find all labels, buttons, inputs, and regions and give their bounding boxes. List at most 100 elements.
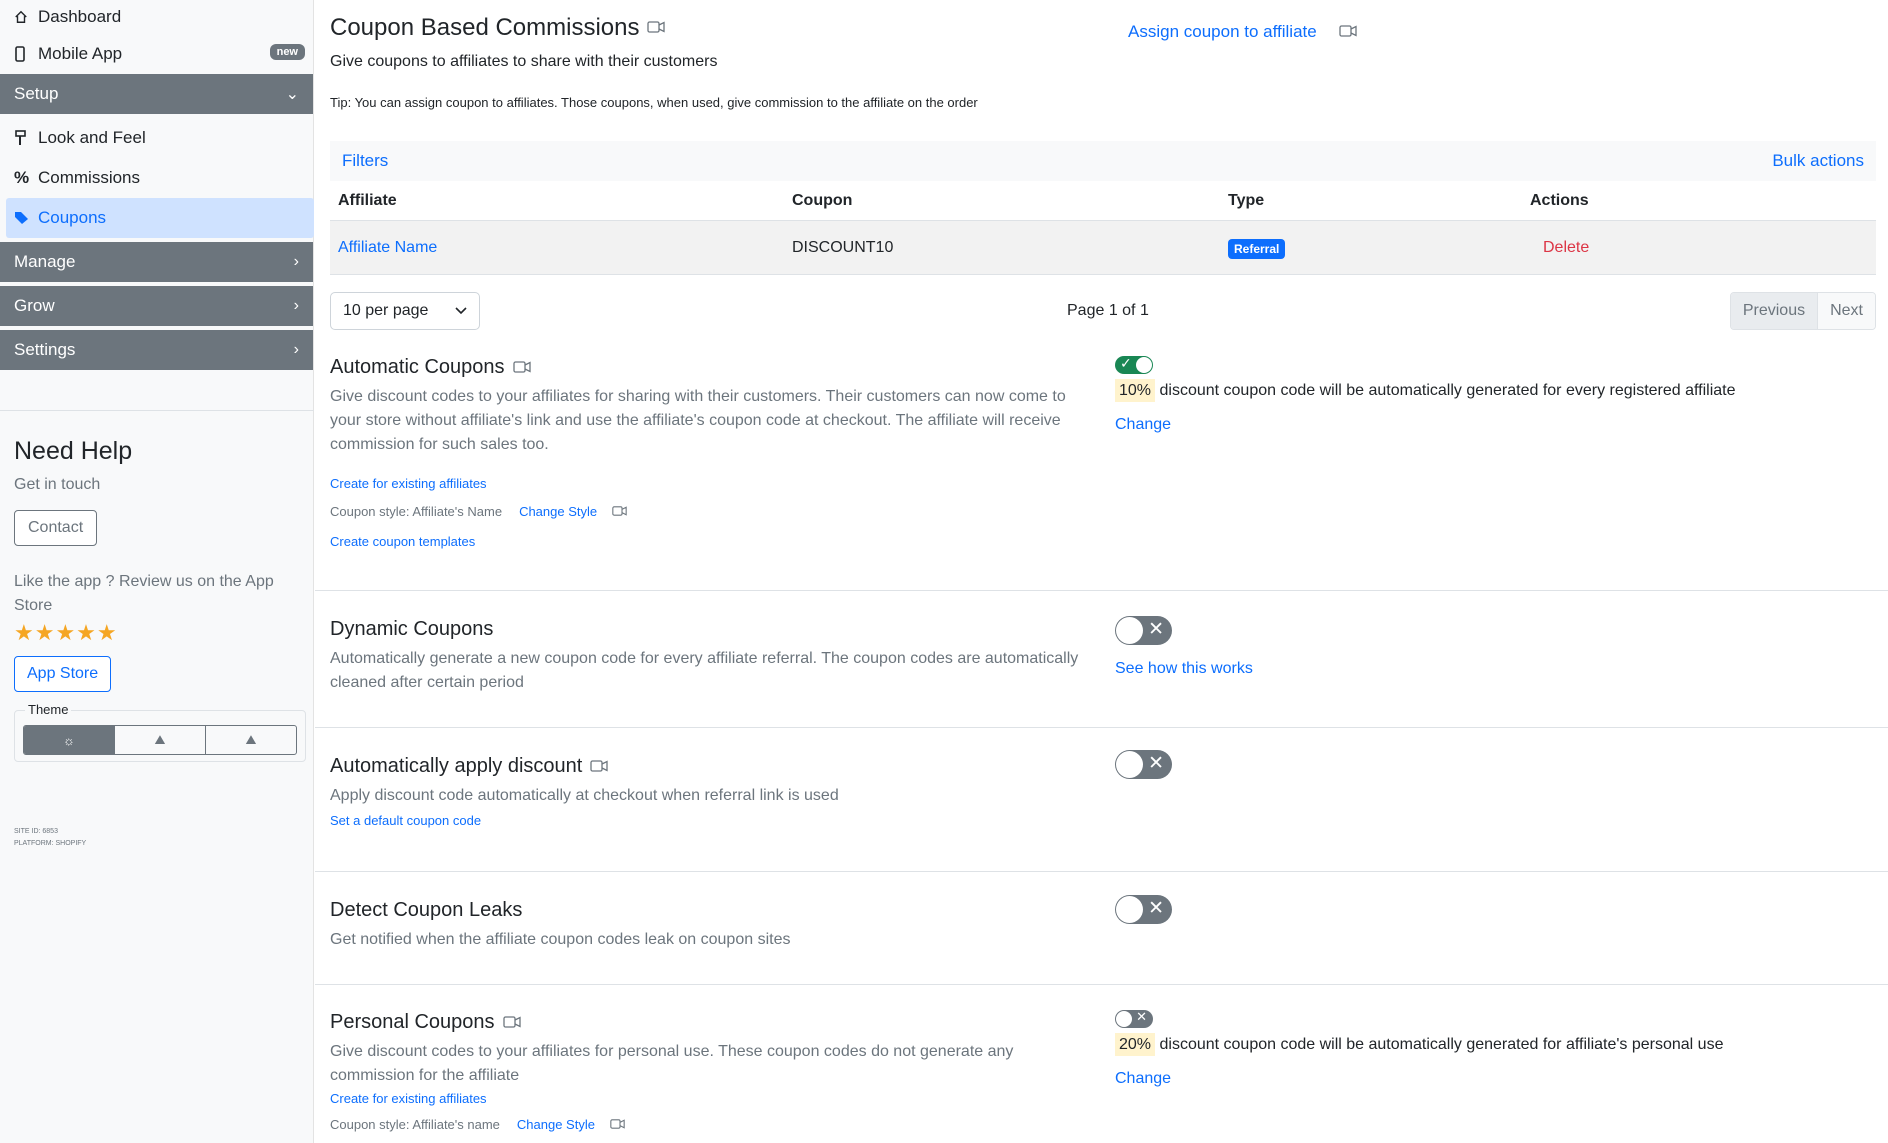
divider (315, 984, 1888, 985)
help-title: Need Help (14, 437, 133, 465)
column-header-coupon: Coupon (792, 191, 853, 209)
bulk-actions-link[interactable]: Bulk actions (1772, 151, 1864, 171)
type-badge: Referral (1228, 238, 1286, 259)
chevron-right-icon: › (293, 341, 299, 358)
section-description: Get notified when the affiliate coupon c… (330, 931, 791, 948)
app-store-button[interactable]: App Store (14, 656, 112, 692)
section-description: Give discount codes to your affiliates f… (330, 388, 1066, 453)
sidebar-section-settings[interactable]: Settings › (0, 330, 313, 370)
mobile-icon (14, 46, 38, 62)
sidebar-section-setup[interactable]: Setup ⌄ (0, 74, 313, 114)
assign-coupon-link[interactable]: Assign coupon to affiliate (1128, 22, 1317, 42)
toggle-knob (1136, 357, 1152, 373)
coupon-leaks-toggle[interactable]: ✕ (1115, 895, 1172, 924)
sidebar-item-coupons[interactable]: Coupons (6, 198, 314, 238)
section-title: Personal Coupons (330, 1011, 495, 1033)
sidebar-item-label: Dashboard (38, 7, 122, 26)
theme-light-option[interactable]: ☼ (24, 726, 115, 754)
toggle-knob (1116, 1011, 1132, 1027)
sidebar-item-label: Coupons (38, 208, 107, 227)
chevron-right-icon: › (293, 297, 299, 314)
video-icon[interactable] (502, 1013, 521, 1033)
automatic-coupons-section: Automatic Coupons Give discount codes to… (330, 355, 1876, 551)
sidebar-item-commissions[interactable]: % Commissions (0, 158, 313, 198)
video-icon[interactable] (612, 501, 627, 521)
theme-label: Theme (25, 702, 72, 717)
section-description: Automatically generate a new coupon code… (330, 650, 1079, 691)
home-icon (14, 10, 38, 24)
automatic-coupons-toggle[interactable]: ✓ (1115, 355, 1153, 374)
see-how-link[interactable]: See how this works (1115, 660, 1253, 677)
create-templates-link[interactable]: Create coupon templates (330, 534, 475, 549)
close-icon: ✕ (1136, 1009, 1147, 1024)
discount-percent[interactable]: 20% (1115, 1033, 1156, 1056)
contact-button[interactable]: Contact (14, 510, 98, 546)
site-id: SITE ID: 6853 (14, 828, 58, 835)
section-description: Give discount codes to your affiliates f… (330, 1043, 1014, 1084)
percent-icon: % (14, 168, 30, 187)
column-header-actions: Actions (1530, 191, 1589, 209)
sidebar-item-dashboard[interactable]: Dashboard (0, 0, 313, 34)
change-style-link[interactable]: Change Style (517, 1117, 595, 1132)
close-icon: ✕ (1148, 753, 1164, 774)
dynamic-coupons-section: Dynamic Coupons Automatically generate a… (330, 616, 1876, 695)
theme-selector: Theme ☼ ⛰ ⛰ (14, 702, 306, 762)
sidebar-section-manage[interactable]: Manage › (0, 242, 313, 282)
site-meta: SITE ID: 6853 PLATFORM: SHOPIFY (14, 826, 313, 850)
toggle-knob (1116, 617, 1143, 644)
chevron-down-icon (455, 302, 467, 320)
video-icon[interactable] (610, 1114, 625, 1134)
check-icon: ✓ (1120, 355, 1132, 371)
auto-apply-toggle[interactable]: ✕ (1115, 750, 1172, 779)
auto-apply-section: Automatically apply discount Apply disco… (330, 750, 1876, 830)
change-link[interactable]: Change (1115, 416, 1171, 433)
sidebar-item-mobile-app[interactable]: Mobile App new (0, 34, 313, 74)
sidebar-section-label: Grow (14, 296, 55, 315)
section-title: Automatic Coupons (330, 356, 505, 378)
video-icon[interactable] (590, 757, 609, 777)
video-icon[interactable] (1339, 22, 1357, 42)
next-button[interactable]: Next (1818, 293, 1875, 329)
affiliate-name-link[interactable]: Affiliate Name (338, 239, 437, 256)
coupon-leaks-section: Detect Coupon Leaks Get notified when th… (330, 895, 1876, 952)
page-subtitle: Give coupons to affiliates to share with… (330, 53, 718, 70)
tags-icon (14, 211, 38, 225)
filters-link[interactable]: Filters (342, 151, 388, 171)
theme-dark-option[interactable]: ⛰ (115, 726, 206, 754)
delete-link[interactable]: Delete (1543, 239, 1589, 256)
discount-percent[interactable]: 10% (1115, 379, 1156, 402)
personal-coupons-toggle[interactable]: ✕ (1115, 1009, 1153, 1028)
column-header-affiliate: Affiliate (338, 191, 397, 209)
divider (315, 590, 1888, 591)
discount-text: discount coupon code will be automatical… (1159, 382, 1736, 399)
sun-icon: ☼ (63, 732, 75, 748)
discount-text: discount coupon code will be automatical… (1159, 1036, 1724, 1053)
divider (315, 871, 1888, 872)
rating-stars: ★★★★★ (14, 620, 118, 645)
create-existing-link[interactable]: Create for existing affiliates (330, 476, 487, 491)
video-icon[interactable] (647, 18, 666, 38)
video-icon[interactable] (512, 358, 531, 378)
sidebar-item-look-and-feel[interactable]: Look and Feel (0, 118, 313, 158)
sidebar-section-label: Manage (14, 252, 76, 271)
divider (315, 727, 1888, 728)
dynamic-coupons-toggle[interactable]: ✕ (1115, 616, 1172, 645)
change-link[interactable]: Change (1115, 1070, 1171, 1087)
pagination: Previous Next (1729, 292, 1876, 330)
theme-auto-option[interactable]: ⛰ (206, 726, 296, 754)
coupon-table: Filters Bulk actions Affiliate Coupon Ty… (330, 141, 1876, 275)
toggle-knob (1116, 751, 1143, 778)
page-title: Coupon Based Commissions (330, 14, 640, 41)
create-existing-link[interactable]: Create for existing affiliates (330, 1091, 487, 1106)
sidebar-item-label: Look and Feel (38, 128, 146, 147)
set-default-coupon-link[interactable]: Set a default coupon code (330, 813, 481, 828)
change-style-link[interactable]: Change Style (519, 504, 597, 519)
per-page-select[interactable]: 10 per page (330, 292, 480, 330)
personal-coupons-section: Personal Coupons Give discount codes to … (330, 1009, 1876, 1134)
sidebar-section-grow[interactable]: Grow › (0, 286, 313, 326)
tip-text: Tip: You can assign coupon to affiliates… (330, 95, 978, 110)
per-page-value: 10 per page (343, 302, 429, 319)
chevron-right-icon: › (293, 253, 299, 270)
previous-button[interactable]: Previous (1730, 293, 1819, 329)
paint-roller-icon (14, 130, 38, 146)
